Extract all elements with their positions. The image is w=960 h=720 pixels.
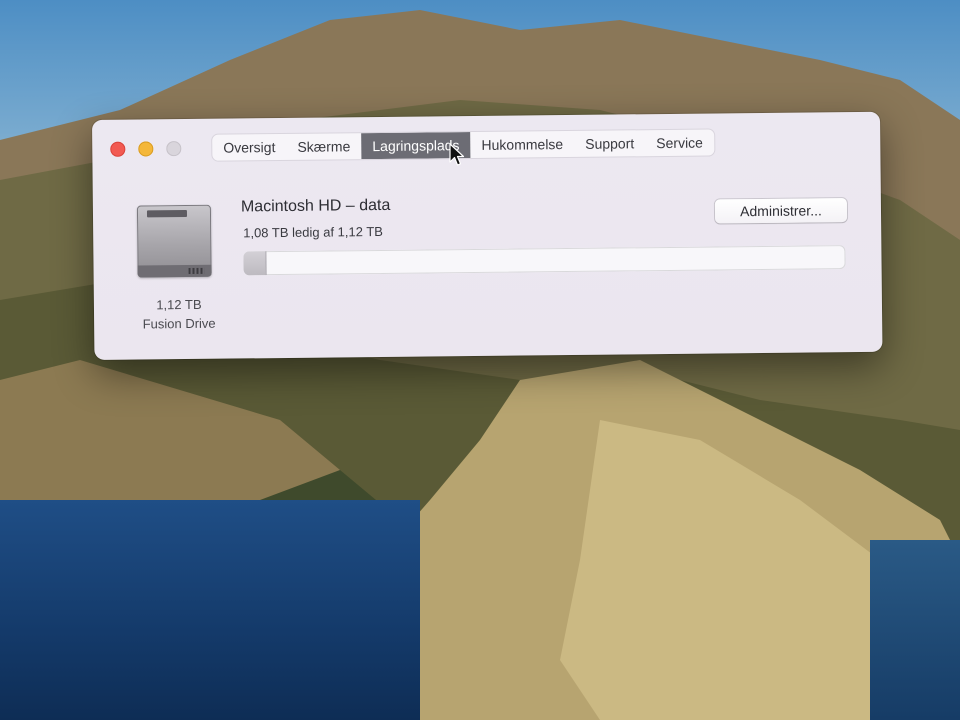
close-button[interactable] [110,141,126,157]
window-titlebar: Oversigt Skærme Lagringsplads Hukommelse… [92,112,881,172]
minimize-button[interactable] [138,141,154,157]
tab-service[interactable]: Service [645,129,714,156]
tab-oversigt[interactable]: Oversigt [212,134,286,161]
drive-label-strip [146,210,188,218]
tab-support[interactable]: Support [574,130,645,157]
volume-name: Macintosh HD – data [240,196,391,216]
hard-drive-icon [136,204,212,278]
manage-button[interactable]: Administrer... [714,198,848,224]
wallpaper-sea-right [870,540,960,720]
storage-usage-bar [243,245,846,276]
drive-connector [188,267,205,274]
drive-capacity: 1,12 TB [156,296,202,313]
wallpaper-sea [0,500,420,720]
storage-used-segment [243,251,267,276]
tab-hukommelse[interactable]: Hukommelse [470,131,574,158]
drive-info: 1,12 TB Fusion Drive [124,295,234,334]
volume-free-space: 1,08 TB ledig af 1,12 TB [243,223,383,241]
tab-skaerme[interactable]: Skærme [286,133,361,160]
about-this-mac-window: Oversigt Skærme Lagringsplads Hukommelse… [92,111,883,360]
mouse-pointer-icon [449,143,465,166]
zoom-button[interactable] [166,141,182,157]
desktop-wallpaper: Oversigt Skærme Lagringsplads Hukommelse… [0,0,960,720]
drive-type: Fusion Drive [142,315,216,332]
